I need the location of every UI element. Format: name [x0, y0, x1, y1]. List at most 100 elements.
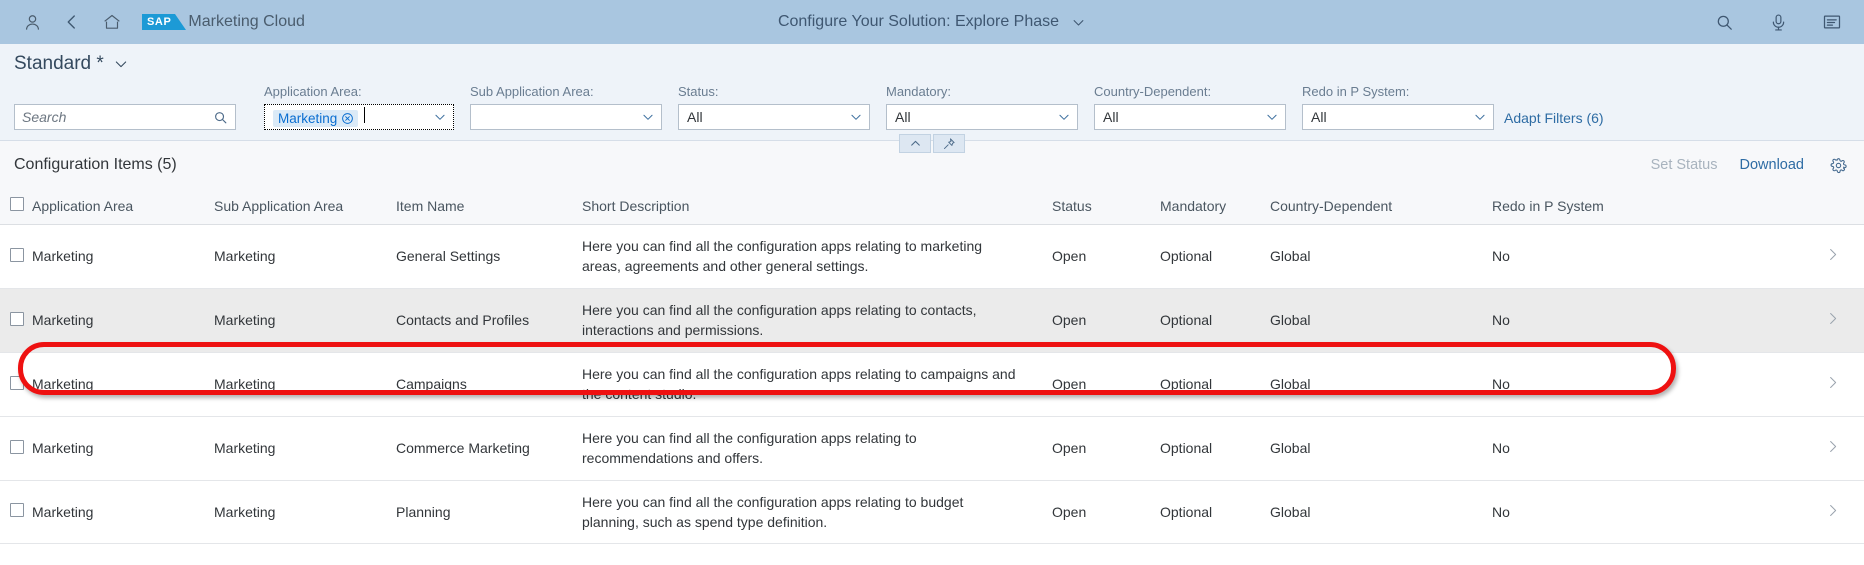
column-header-sub-application-area[interactable]: Sub Application Area [214, 189, 396, 225]
chevron-up-icon[interactable] [899, 134, 931, 153]
cell-item-name: Contacts and Profiles [396, 288, 582, 352]
filter-value-status: All [687, 109, 843, 125]
filter-input-redo-in-p-system[interactable]: All [1302, 104, 1494, 130]
column-header-application-area[interactable]: Application Area [32, 189, 214, 225]
cell-country-dependent: Global [1270, 416, 1492, 480]
variant-title[interactable]: Standard * [14, 53, 104, 75]
column-header-item-name[interactable]: Item Name [396, 189, 582, 225]
cell-status: Open [1052, 288, 1160, 352]
filter-label-application-area: Application Area: [264, 84, 454, 99]
search-input[interactable] [14, 104, 236, 130]
filter-label-status: Status: [678, 84, 870, 99]
chevron-down-icon[interactable] [1057, 110, 1071, 124]
chevron-down-icon[interactable] [849, 110, 863, 124]
chevron-right-icon[interactable] [1825, 375, 1840, 390]
cell-application-area: Marketing [32, 416, 214, 480]
home-icon[interactable] [94, 4, 130, 40]
set-status-button[interactable]: Set Status [1651, 157, 1718, 173]
short-description-text: Here you can find all the configuration … [582, 366, 1016, 402]
cell-short-description: Here you can find all the configuration … [582, 416, 1052, 480]
chevron-down-icon[interactable] [433, 110, 447, 124]
cell-application-area: Marketing [32, 352, 214, 416]
download-button[interactable]: Download [1740, 157, 1805, 173]
search-input-text[interactable] [22, 109, 213, 125]
shell-header-left: SAP Marketing Cloud [14, 4, 305, 40]
remove-token-icon[interactable] [341, 112, 354, 125]
microphone-icon[interactable] [1760, 4, 1796, 40]
cell-redo-in-p-system: No [1492, 480, 1722, 544]
chevron-down-icon [1071, 15, 1086, 30]
filter-value-mandatory: All [895, 109, 1051, 125]
row-checkbox[interactable] [10, 440, 24, 454]
filter-redo-in-p-system: Redo in P System: All [1302, 84, 1494, 130]
column-header-country-dependent[interactable]: Country-Dependent [1270, 189, 1492, 225]
row-checkbox[interactable] [10, 312, 24, 326]
cell-redo-in-p-system: No [1492, 225, 1722, 289]
cell-mandatory: Optional [1160, 352, 1270, 416]
select-all-checkbox[interactable] [10, 197, 24, 211]
column-header-redo-in-p-system[interactable]: Redo in P System [1492, 189, 1722, 225]
row-checkbox[interactable] [10, 376, 24, 390]
short-description-text: Here you can find all the configuration … [582, 238, 982, 274]
adapt-filters-button[interactable]: Adapt Filters (6) [1504, 110, 1604, 130]
back-arrow-icon[interactable] [54, 4, 90, 40]
cell-item-name: Campaigns [396, 352, 582, 416]
cell-country-dependent: Global [1270, 288, 1492, 352]
cell-status: Open [1052, 416, 1160, 480]
table-body: Marketing Marketing General Settings Her… [0, 225, 1864, 544]
chevron-right-icon[interactable] [1825, 247, 1840, 262]
pin-icon[interactable] [933, 134, 965, 153]
filter-value-redo-in-p-system: All [1311, 109, 1467, 125]
row-select-cell [0, 416, 32, 480]
cell-redo-in-p-system: No [1492, 288, 1722, 352]
menu-icon[interactable] [1814, 4, 1850, 40]
cell-short-description: Here you can find all the configuration … [582, 352, 1052, 416]
table-row[interactable]: Marketing Marketing Campaigns Here you c… [0, 352, 1864, 416]
chevron-down-icon[interactable] [1265, 110, 1279, 124]
cell-status: Open [1052, 480, 1160, 544]
chevron-right-icon[interactable] [1825, 503, 1840, 518]
variant-row: Standard * [14, 44, 1850, 84]
filter-input-sub-application-area[interactable] [470, 104, 662, 130]
table-header-row: Application Area Sub Application Area It… [0, 189, 1864, 225]
column-header-status[interactable]: Status [1052, 189, 1160, 225]
cell-mandatory: Optional [1160, 288, 1270, 352]
gear-icon[interactable] [1826, 153, 1850, 177]
chevron-down-icon[interactable] [641, 110, 655, 124]
table-row[interactable]: Marketing Marketing Commerce Marketing H… [0, 416, 1864, 480]
cell-navigation [1722, 288, 1864, 352]
user-icon[interactable] [14, 4, 50, 40]
cell-application-area: Marketing [32, 225, 214, 289]
filter-label-mandatory: Mandatory: [886, 84, 1078, 99]
text-cursor [364, 107, 365, 123]
filter-input-application-area[interactable]: Marketing [264, 104, 454, 130]
chevron-down-icon[interactable] [1473, 110, 1487, 124]
table-row[interactable]: Marketing Marketing Planning Here you ca… [0, 480, 1864, 544]
chevron-down-icon[interactable] [113, 56, 129, 72]
filter-status: Status: All [678, 84, 870, 130]
filter-input-mandatory[interactable]: All [886, 104, 1078, 130]
short-description-text: Here you can find all the configuration … [582, 430, 917, 466]
row-checkbox[interactable] [10, 503, 24, 517]
table-row[interactable]: Marketing Marketing Contacts and Profile… [0, 288, 1864, 352]
filter-input-country-dependent[interactable]: All [1094, 104, 1286, 130]
page-title-selector[interactable]: Configure Your Solution: Explore Phase [768, 9, 1096, 35]
filter-label-country-dependent: Country-Dependent: [1094, 84, 1286, 99]
table-row[interactable]: Marketing Marketing General Settings Her… [0, 225, 1864, 289]
search-icon[interactable] [213, 110, 228, 125]
page-root: SAP Marketing Cloud Configure Your Solut… [0, 0, 1864, 565]
row-checkbox[interactable] [10, 248, 24, 262]
cell-redo-in-p-system: No [1492, 416, 1722, 480]
column-header-mandatory[interactable]: Mandatory [1160, 189, 1270, 225]
search-icon[interactable] [1706, 4, 1742, 40]
column-header-short-description[interactable]: Short Description [582, 189, 1052, 225]
search-label [14, 84, 236, 99]
cell-sub-application-area: Marketing [214, 225, 396, 289]
table-head: Application Area Sub Application Area It… [0, 189, 1864, 225]
chevron-right-icon[interactable] [1825, 311, 1840, 326]
filter-bar: Standard * [0, 44, 1864, 141]
filter-input-status[interactable]: All [678, 104, 870, 130]
cell-item-name: General Settings [396, 225, 582, 289]
chevron-right-icon[interactable] [1825, 439, 1840, 454]
table-title: Configuration Items (5) [14, 156, 177, 174]
